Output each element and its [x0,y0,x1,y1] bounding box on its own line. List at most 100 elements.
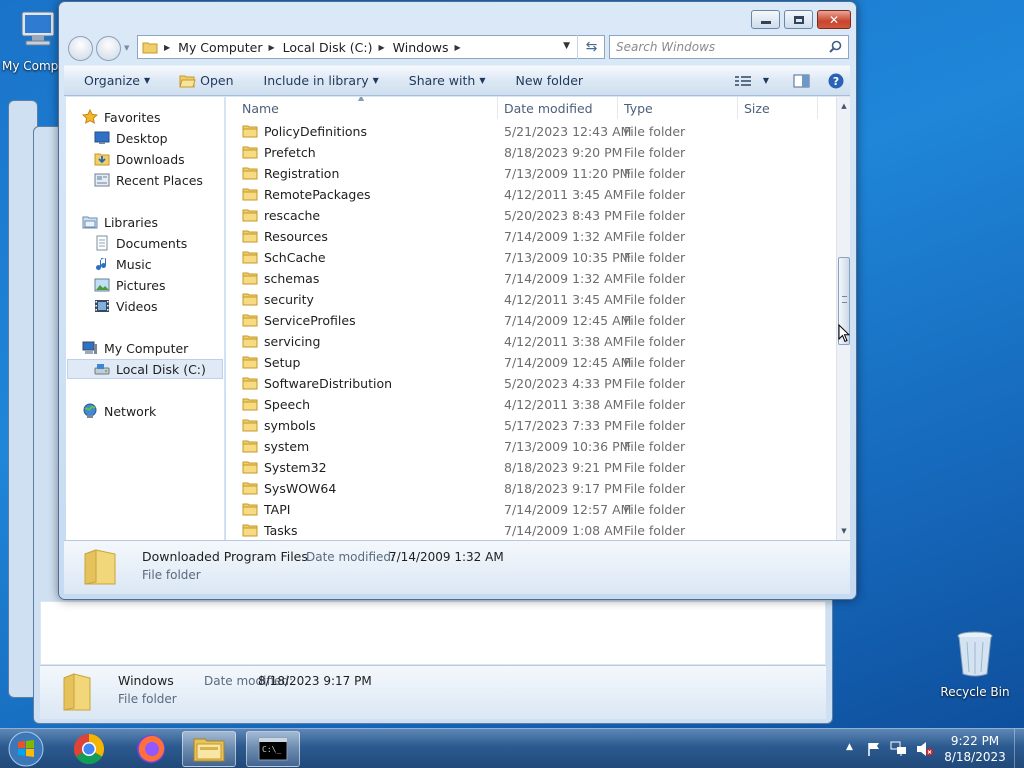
close-button[interactable]: ✕ [817,10,851,29]
chevron-right-icon[interactable]: ▶ [268,43,274,52]
file-row[interactable]: TAPI 7/14/2009 12:57 AM File folder [226,499,836,520]
libraries-icon [82,214,98,230]
taskbar-cmd-button[interactable]: C:\_ [246,731,300,767]
file-row[interactable]: Setup 7/14/2009 12:45 AM File folder [226,352,836,373]
file-row[interactable]: SoftwareDistribution 5/20/2023 4:33 PM Fil… [226,373,836,394]
chevron-right-icon[interactable]: ▶ [379,43,385,52]
organize-button[interactable]: Organize ▼ [84,73,150,88]
volume-muted-icon[interactable] [916,741,934,757]
file-row[interactable]: security 4/12/2011 3:45 AM File folder [226,289,836,310]
file-row[interactable]: Tasks 7/14/2009 1:08 AM File folder [226,520,836,540]
column-header-date[interactable]: Date modified [498,97,618,119]
column-header-name[interactable]: Name ▲ [226,97,498,119]
desktop-icon-recycle-bin[interactable]: Recycle Bin [935,630,1015,699]
file-row[interactable]: ServiceProfiles 7/14/2009 12:45 AM File fo… [226,310,836,331]
file-row[interactable]: PolicyDefinitions 5/21/2023 12:43 AM File … [226,121,836,142]
file-type: File folder [624,418,686,433]
folder-icon [242,293,258,306]
forward-button[interactable] [96,36,121,61]
column-header-size[interactable]: Size [738,97,818,119]
clock[interactable]: 9:22 PM 8/18/2023 [940,733,1010,765]
share-with-button[interactable]: Share with ▼ [409,73,486,88]
recycle-bin-label: Recycle Bin [940,685,1010,699]
change-view-button[interactable]: ▼ [734,75,769,87]
recent-pages-dropdown[interactable]: ▼ [124,44,129,52]
file-row[interactable]: Prefetch 8/18/2023 9:20 PM File folder [226,142,836,163]
minimize-button[interactable] [751,10,780,29]
file-row[interactable]: Registration 7/13/2009 11:20 PM File folde… [226,163,836,184]
folder-icon [242,524,258,537]
nav-music[interactable]: Music [94,256,152,272]
file-row[interactable]: SysWOW64 8/18/2023 9:17 PM File folder [226,478,836,499]
column-header-type[interactable]: Type [618,97,738,119]
nav-pictures[interactable]: Pictures [94,277,166,293]
file-row[interactable]: schemas 7/14/2009 1:32 AM File folder [226,268,836,289]
network-tray-icon[interactable] [890,741,908,757]
taskbar-firefox-button[interactable] [124,731,178,767]
back-button[interactable] [68,36,93,61]
new-folder-button[interactable]: New folder [516,73,584,88]
mouse-cursor-icon [838,324,850,343]
preview-pane-button[interactable] [793,74,810,88]
nav-documents[interactable]: Documents [94,235,187,251]
nav-libraries[interactable]: Libraries [82,214,158,230]
help-button[interactable]: ? [828,73,844,89]
refresh-button[interactable]: ⇆ [577,35,605,59]
open-button[interactable]: Open [179,73,234,88]
folder-icon [242,314,258,327]
search-input[interactable]: Search Windows [609,35,849,59]
action-center-flag-icon[interactable] [866,741,882,757]
folder-large-icon [63,673,91,711]
nav-local-disk[interactable]: Local Disk (C:) [94,361,206,377]
start-button[interactable] [4,731,48,767]
address-history-dropdown[interactable]: ▼ [563,41,570,51]
file-row[interactable]: SchCache 7/13/2009 10:35 PM File folder [226,247,836,268]
file-row[interactable]: Resources 7/14/2009 1:32 AM File folder [226,226,836,247]
file-name: rescache [264,208,321,223]
nav-network[interactable]: Network [82,403,156,419]
nav-downloads[interactable]: Downloads [94,151,185,167]
svg-text:C:\_: C:\_ [262,745,281,754]
show-hidden-icons-button[interactable]: ▲ [846,742,853,752]
chevron-down-icon: ▼ [762,76,769,85]
nav-recent-places[interactable]: Recent Places [94,172,203,188]
desktop-icon [94,130,110,146]
file-row[interactable]: Speech 4/12/2011 3:38 AM File folder [226,394,836,415]
file-list[interactable]: Name ▲ Date modified Type Size PolicyDef… [226,97,836,540]
documents-icon [94,235,110,251]
file-date: 4/12/2011 3:45 AM [504,292,624,307]
nav-desktop-label: Desktop [116,130,168,146]
file-list-scrollbar[interactable]: ▲ ▼ [836,97,850,540]
address-bar[interactable]: ▶ My Computer ▶ Local Disk (C:) ▶ Window… [137,35,605,59]
breadcrumb-local-disk[interactable]: Local Disk (C:) [283,40,373,55]
taskbar-chrome-button[interactable] [62,731,116,767]
breadcrumb-my-computer[interactable]: My Computer [178,40,262,55]
open-folder-icon [179,75,196,87]
file-row[interactable]: System32 8/18/2023 9:21 PM File folder [226,457,836,478]
include-in-library-button[interactable]: Include in library ▼ [264,73,379,88]
maximize-button[interactable] [784,10,813,29]
breadcrumb-windows[interactable]: Windows [393,40,449,55]
folder-icon [242,356,258,369]
file-row[interactable]: symbols 5/17/2023 7:33 PM File folder [226,415,836,436]
scroll-down-arrow[interactable]: ▼ [838,524,850,538]
nav-videos[interactable]: Videos [94,298,158,314]
show-desktop-button[interactable] [1014,729,1024,768]
taskbar-explorer-button[interactable] [182,731,236,767]
scroll-up-arrow[interactable]: ▲ [838,99,850,113]
nav-my-computer[interactable]: My Computer [82,340,188,356]
chevron-right-icon[interactable]: ▶ [454,43,460,52]
explorer-window[interactable]: ✕ ▼ ▶ My Computer ▶ Local Disk (C:) ▶ Wi… [58,1,857,600]
nav-desktop[interactable]: Desktop [94,130,168,146]
file-row[interactable]: servicing 4/12/2011 3:38 AM File folder [226,331,836,352]
folder-icon [242,146,258,159]
nav-favorites[interactable]: Favorites [82,109,160,125]
file-type: File folder [624,481,686,496]
file-type: File folder [624,460,686,475]
star-icon [82,109,98,125]
file-row[interactable]: rescache 5/20/2023 8:43 PM File folder [226,205,836,226]
recent-places-icon [94,172,110,188]
file-row[interactable]: system 7/13/2009 10:36 PM File folder [226,436,836,457]
file-row[interactable]: RemotePackages 4/12/2011 3:45 AM File fold… [226,184,836,205]
file-date: 7/13/2009 10:36 PM [504,439,631,454]
